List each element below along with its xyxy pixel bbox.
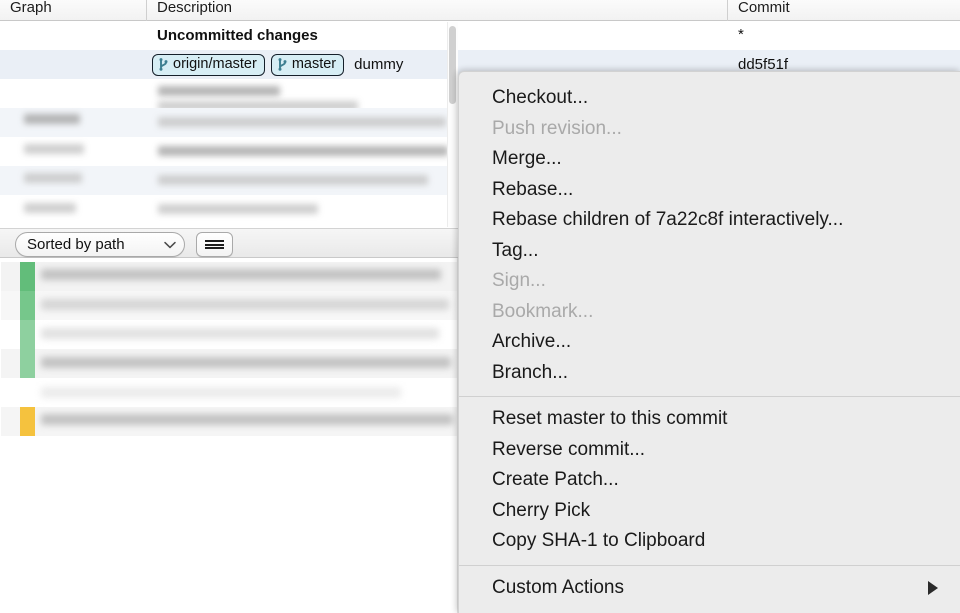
branch-icon (159, 57, 168, 71)
context-menu-group-2: Reset master to this commit Reverse comm… (459, 404, 960, 557)
redacted-text (158, 117, 446, 127)
menu-item-tag[interactable]: Tag... (459, 236, 960, 267)
scrollbar-thumb[interactable] (449, 26, 456, 104)
list-item[interactable] (1, 407, 457, 436)
column-header-bar: Graph Description Commit (0, 0, 960, 21)
menu-item-rebase[interactable]: Rebase... (459, 175, 960, 206)
branch-badge-origin-master[interactable]: origin/master (152, 53, 265, 76)
menu-item-reset-master-to-this-commit[interactable]: Reset master to this commit (459, 404, 960, 435)
commit-hash: * (738, 26, 744, 43)
menu-item-rebase-children-interactively[interactable]: Rebase children of 7a22c8f interactively… (459, 205, 960, 236)
menu-item-create-patch[interactable]: Create Patch... (459, 465, 960, 496)
status-badge (20, 407, 35, 436)
context-menu-group-1: Checkout... Push revision... Merge... Re… (459, 72, 960, 388)
list-item[interactable] (1, 262, 457, 291)
menu-item-bookmark: Bookmark... (492, 300, 594, 322)
branch-icon (278, 57, 287, 71)
status-badge (20, 378, 35, 407)
branch-badge-label: master (291, 56, 337, 73)
menu-item-reverse-commit[interactable]: Reverse commit... (459, 435, 960, 466)
redacted-text (158, 175, 428, 185)
menu-item-checkout[interactable]: Checkout... (459, 83, 960, 114)
menu-item-sign: Sign... (492, 270, 546, 291)
list-item[interactable] (1, 349, 457, 378)
commit-description: dummy (354, 56, 404, 73)
column-divider-1[interactable] (146, 0, 147, 21)
branch-badge-label: origin/master (173, 56, 257, 73)
column-header-commit[interactable]: Commit (738, 0, 790, 18)
redacted-text (158, 204, 318, 214)
redacted-text (41, 357, 451, 368)
hamburger-list-icon (205, 238, 224, 250)
menu-item-push-revision: Push revision... (492, 117, 622, 139)
menu-item-label: Custom Actions (492, 576, 624, 598)
branch-badge-group: origin/master master dummy (152, 50, 403, 79)
status-badge (20, 291, 35, 320)
redacted-text (24, 144, 84, 154)
triangle-right-icon (928, 580, 938, 595)
list-item[interactable] (1, 378, 457, 407)
sort-order-label: Sorted by path (27, 236, 125, 253)
redacted-text (41, 387, 401, 398)
menu-item-branch[interactable]: Branch... (459, 358, 960, 389)
list-item[interactable] (1, 320, 457, 349)
column-header-description[interactable]: Description (157, 0, 232, 18)
redacted-text (41, 328, 439, 339)
menu-item-archive[interactable]: Archive... (459, 327, 960, 358)
commit-context-menu: Checkout... Push revision... Merge... Re… (458, 71, 960, 613)
menu-item-merge[interactable]: Merge... (459, 144, 960, 175)
redacted-text (158, 86, 280, 96)
list-item[interactable] (1, 291, 457, 320)
sort-order-select[interactable]: Sorted by path (15, 232, 185, 257)
context-menu-group-3: Custom Actions (459, 573, 960, 604)
status-badge (20, 320, 35, 349)
column-divider-2[interactable] (727, 0, 728, 21)
chevron-down-icon (164, 241, 176, 248)
redacted-text (41, 414, 453, 425)
branch-badge-master[interactable]: master (270, 53, 345, 76)
status-badge (20, 349, 35, 378)
menu-item-copy-sha1-to-clipboard[interactable]: Copy SHA-1 to Clipboard (459, 526, 960, 557)
redacted-text (24, 114, 80, 124)
redacted-text (158, 146, 448, 156)
list-view-button[interactable] (196, 232, 233, 257)
table-row[interactable]: Uncommitted changes * (0, 21, 960, 50)
file-list (1, 258, 458, 613)
sourcetree-window: Graph Description Commit Uncommitted cha… (0, 0, 960, 613)
commit-list-scrollbar[interactable] (447, 22, 458, 227)
menu-item-cherry-pick[interactable]: Cherry Pick (459, 496, 960, 527)
redacted-text (24, 203, 76, 213)
menu-separator (459, 396, 960, 397)
redacted-text (41, 269, 441, 280)
commit-description: Uncommitted changes (157, 27, 318, 44)
status-badge (20, 262, 35, 291)
redacted-text (41, 299, 449, 310)
redacted-text (24, 173, 82, 183)
menu-separator (459, 564, 960, 566)
menu-item-custom-actions[interactable]: Custom Actions (459, 573, 960, 604)
